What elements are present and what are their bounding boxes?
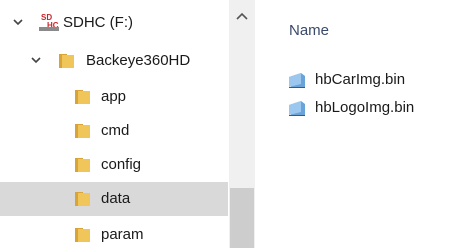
tree-item-app[interactable]: app: [0, 80, 228, 114]
file-row-hbcarimg[interactable]: hbCarImg.bin: [285, 68, 450, 92]
sdhc-drive-icon: SD HC: [39, 13, 59, 31]
bin-file-icon: [289, 101, 305, 116]
file-explorer-window: SD HC SDHC (F:) Backeye360HD app cmd con…: [0, 0, 450, 248]
tree-item-config[interactable]: config: [0, 148, 228, 182]
folder-icon: [75, 124, 90, 138]
scroll-up-arrow-icon[interactable]: [229, 4, 255, 30]
tree-item-label: data: [101, 190, 131, 207]
content-pane: Name hbCarImg.bin hbLogoImg.bin: [255, 0, 450, 248]
tree-item-label: cmd: [101, 122, 130, 139]
tree-item-label: param: [101, 226, 144, 243]
folder-icon: [75, 192, 90, 206]
tree-item-data[interactable]: data: [0, 182, 228, 216]
file-name: hbLogoImg.bin: [315, 99, 415, 116]
drive-label: SDHC (F:): [63, 14, 133, 31]
tree-item-drive[interactable]: SD HC SDHC (F:): [0, 6, 228, 40]
folder-icon: [75, 228, 90, 242]
folder-icon: [75, 90, 90, 104]
bin-file-icon: [289, 73, 305, 88]
file-name: hbCarImg.bin: [315, 71, 406, 88]
tree-item-cmd[interactable]: cmd: [0, 114, 228, 148]
folder-icon: [75, 158, 90, 172]
folder-icon: [59, 54, 74, 68]
navigation-pane: SD HC SDHC (F:) Backeye360HD app cmd con…: [0, 0, 255, 248]
tree-item-backeye360hd[interactable]: Backeye360HD: [0, 44, 228, 78]
tree-item-label: config: [101, 156, 142, 173]
chevron-down-icon[interactable]: [10, 14, 26, 30]
scrollbar-thumb[interactable]: [230, 188, 254, 248]
tree-item-label: app: [101, 88, 127, 105]
tree-item-param[interactable]: param: [0, 218, 228, 248]
column-header-name[interactable]: Name: [289, 22, 329, 40]
chevron-down-icon[interactable]: [28, 52, 44, 68]
nav-scrollbar[interactable]: [229, 0, 255, 248]
tree-item-label: Backeye360HD: [86, 52, 191, 69]
file-row-hblogoimg[interactable]: hbLogoImg.bin: [285, 96, 450, 120]
